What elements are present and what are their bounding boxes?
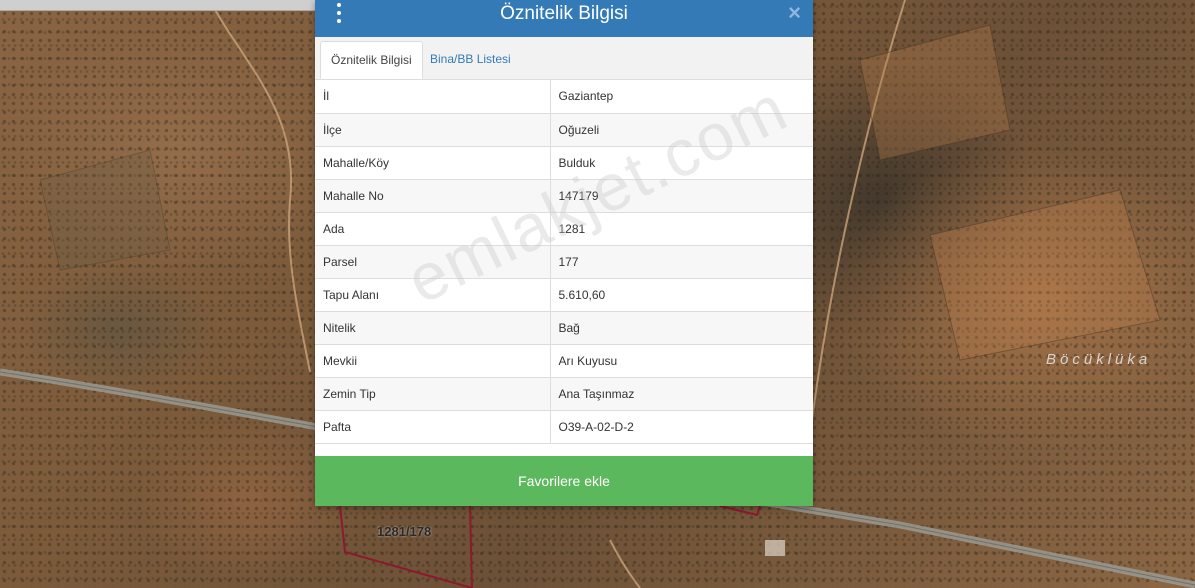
parcel-outline [339, 505, 473, 588]
table-row: İl Gaziantep [315, 80, 813, 114]
map-place-label: Böcüklüka [1046, 351, 1152, 368]
attribute-key: Mahalle/Köy [315, 145, 551, 180]
attribute-value: 177 [549, 244, 813, 279]
table-row: Zemin Tip Ana Taşınmaz [315, 376, 813, 411]
tab-attribute-info[interactable]: Öznitelik Bilgisi [320, 41, 423, 79]
table-row: Nitelik Bağ [315, 310, 813, 345]
dialog-header: Öznitelik Bilgisi × [315, 0, 813, 37]
attribute-table: İl Gaziantep İlçe Oğuzeli Mahalle/Köy Bu… [315, 80, 813, 444]
attribute-key: Tapu Alanı [315, 277, 551, 312]
table-row: Tapu Alanı 5.610,60 [315, 277, 813, 312]
attribute-value: 1281 [549, 211, 813, 246]
map-field [39, 149, 171, 271]
dialog-tabs: Öznitelik Bilgisi Bina/BB Listesi [315, 37, 813, 80]
attribute-value: Ana Taşınmaz [549, 376, 813, 411]
table-row: Mahalle No 147179 [315, 178, 813, 213]
attribute-value: O39-A-02-D-2 [549, 409, 813, 444]
attribute-key: İlçe [315, 112, 551, 147]
parcel-outline [469, 505, 473, 588]
attribute-key: Nitelik [315, 310, 551, 345]
attribute-value: 147179 [549, 178, 813, 213]
attribute-value: Bağ [549, 310, 813, 345]
attribute-key: Mahalle No [315, 178, 551, 213]
map-field [929, 189, 1161, 361]
attribute-key: İl [315, 80, 551, 114]
attribute-key: Ada [315, 211, 551, 246]
table-row: Ada 1281 [315, 211, 813, 246]
close-icon[interactable]: × [788, 1, 801, 25]
attribute-key: Pafta [315, 409, 551, 444]
table-row: İlçe Oğuzeli [315, 112, 813, 147]
parcel-outline [719, 505, 761, 517]
table-row: Parsel 177 [315, 244, 813, 279]
map-track [209, 0, 311, 373]
table-row: Mahalle/Köy Bulduk [315, 145, 813, 180]
attribute-value: Arı Kuyusu [549, 343, 813, 378]
map-field [859, 24, 1011, 161]
tab-building-list[interactable]: Bina/BB Listesi [420, 41, 521, 79]
map-toolbar-strip [0, 0, 315, 11]
attribute-key: Parsel [315, 244, 551, 279]
parcel-label[interactable]: 1281/178 [377, 524, 431, 539]
attribute-value: 5.610,60 [549, 277, 813, 312]
attribute-value: Gaziantep [549, 80, 813, 114]
attribute-info-dialog: Öznitelik Bilgisi × Öznitelik Bilgisi Bi… [315, 0, 813, 506]
attribute-value: Oğuzeli [549, 112, 813, 147]
attribute-key: Zemin Tip [315, 376, 551, 411]
map-track [609, 539, 641, 588]
attribute-key: Mevkii [315, 343, 551, 378]
add-to-favorites-button[interactable]: Favorilere ekle [315, 456, 813, 506]
attribute-value: Bulduk [549, 145, 813, 180]
table-row: Pafta O39-A-02-D-2 [315, 409, 813, 444]
map-building [765, 540, 785, 556]
table-row: Mevkii Arı Kuyusu [315, 343, 813, 378]
dialog-title: Öznitelik Bilgisi [500, 3, 628, 24]
